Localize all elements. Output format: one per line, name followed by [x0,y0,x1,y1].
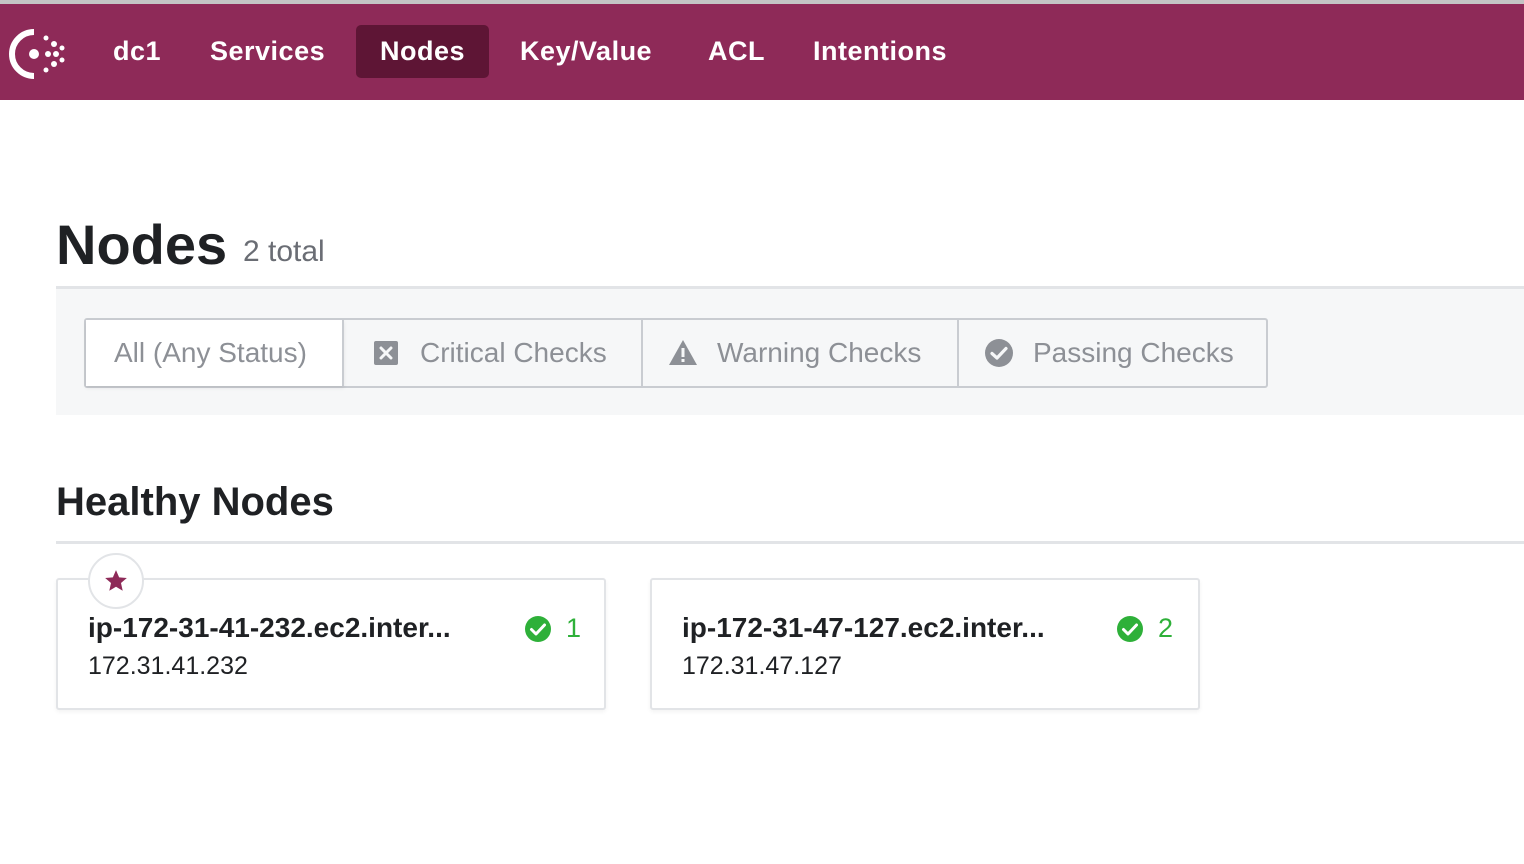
filter-critical-checks[interactable]: Critical Checks [344,320,643,386]
passing-check-icon [1117,615,1143,642]
node-check-status: 1 [524,613,581,644]
star-icon [105,570,127,591]
nav-item-acl[interactable]: ACL [684,25,789,78]
nav-item-key-value[interactable]: Key/Value [496,25,676,78]
nav-item-services[interactable]: Services [186,25,349,78]
node-card[interactable]: ip-172-31-41-232.ec2.inter... 172.31.41.… [56,578,606,710]
node-name[interactable]: ip-172-31-41-232.ec2.inter... [88,612,498,644]
node-ip-address: 172.31.41.232 [88,652,248,680]
filter-all-status[interactable]: All (Any Status) [86,320,344,386]
top-navigation-bar: dc1 Services Nodes Key/Value ACL Intenti… [0,0,1524,100]
filter-passing-label: Passing Checks [1033,337,1234,368]
filter-passing-checks[interactable]: Passing Checks [959,320,1266,386]
passing-check-icon [525,615,551,642]
filter-warning-checks[interactable]: Warning Checks [643,320,959,386]
nav-item-nodes[interactable]: Nodes [356,25,490,78]
section-title-healthy-nodes: Healthy Nodes [56,480,334,524]
leader-star-badge [88,553,144,609]
node-card[interactable]: ip-172-31-47-127.ec2.inter... 172.31.47.… [650,578,1200,710]
node-check-count: 1 [566,613,582,643]
node-ip-address: 172.31.47.127 [682,652,842,680]
filter-all-label: All (Any Status) [114,337,307,368]
filter-warning-label: Warning Checks [717,337,922,368]
nav-item-intentions[interactable]: Intentions [789,25,971,78]
filter-critical-label: Critical Checks [420,337,607,368]
node-total-count: 2 total [243,235,325,268]
node-check-count: 2 [1158,613,1174,643]
page-title: Nodes [56,213,228,276]
node-check-status: 2 [1116,613,1173,644]
status-filter-group: All (Any Status) Critical Checks Warning… [84,318,1268,388]
warning-triangle-icon [667,337,699,369]
critical-x-icon [370,337,402,369]
node-name[interactable]: ip-172-31-47-127.ec2.inter... [682,612,1092,644]
datacenter-selector[interactable]: dc1 [89,25,185,78]
passing-check-icon [983,337,1015,369]
consul-logo-icon[interactable] [6,26,66,82]
section-divider [56,541,1524,544]
